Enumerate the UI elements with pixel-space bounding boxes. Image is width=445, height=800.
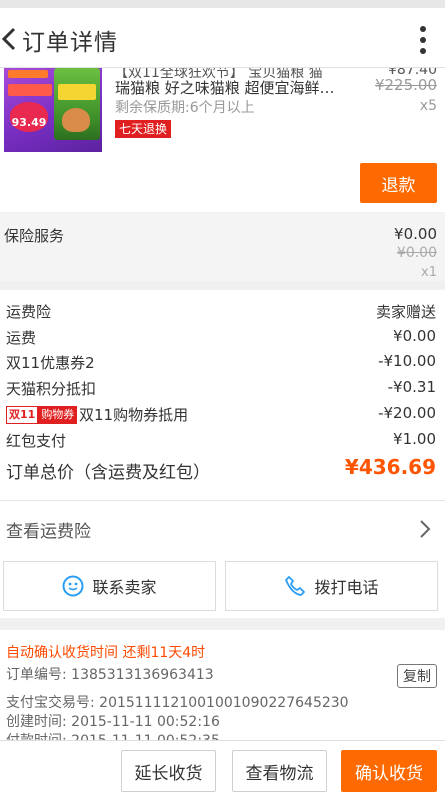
product-card[interactable]: 93.49 【双11全球狂欢节】 宝贝猫粮 猫 瑞猫粮 好之味猫粮 超便宜海鲜…… (0, 68, 445, 212)
product-quantity: x5 (419, 98, 437, 114)
thumb-price-badge: 93.49 (10, 102, 48, 132)
fee-row-shopping-voucher: 双11 购物券 双11购物券抵用 -¥20.00 (0, 403, 445, 427)
view-logistics-button[interactable]: 查看物流 (232, 750, 327, 792)
fee-row-red-packet: 红包支付 ¥1.00 (6, 430, 436, 450)
insurance-quantity: x1 (421, 265, 437, 280)
header-bar: 订单详情 (0, 0, 445, 68)
bottom-action-bar: 延长收货 查看物流 确认收货 (0, 740, 445, 800)
contact-bar: 联系卖家 拨打电话 (0, 556, 445, 618)
return-policy-tag: 七天退换 (115, 120, 172, 138)
fee-row-shipping-insurance: 运费险 卖家赠送 (6, 303, 436, 321)
insurance-price: ¥0.00 (394, 225, 437, 243)
chat-icon (62, 575, 84, 597)
fee-row-tmall-points: 天猫积分抵扣 -¥0.31 (6, 378, 436, 398)
extend-receipt-button[interactable]: 延长收货 (121, 750, 216, 792)
order-total: 订单总价（含运费及红包） ¥436.69 (0, 455, 445, 483)
fee-breakdown: 运费险 卖家赠送 运费 ¥0.00 双11优惠券2 -¥10.00 天猫积分抵扣… (0, 290, 445, 500)
call-phone-button[interactable]: 拨打电话 (225, 561, 438, 611)
fee-row-shipping: 运费 ¥0.00 (6, 327, 436, 347)
view-freight-insurance[interactable]: 查看运费险 (0, 500, 445, 556)
back-button[interactable] (0, 22, 18, 56)
order-number: 订单编号: 1385313136963413 (6, 667, 214, 683)
chevron-right-icon (420, 520, 431, 538)
fee-row-coupon: 双11优惠券2 -¥10.00 (6, 352, 436, 372)
more-vertical-icon (420, 26, 426, 32)
copy-button[interactable]: 复制 (397, 664, 437, 688)
product-thumbnail[interactable]: 93.49 (4, 68, 102, 152)
insurance-original-price: ¥0.00 (396, 245, 437, 261)
original-price: ¥225.00 (374, 76, 437, 94)
created-time: 创建时间: 2015-11-11 00:52:16 (6, 714, 220, 730)
contact-seller-button[interactable]: 联系卖家 (3, 561, 216, 611)
shopping-voucher-logo: 双11 购物券 (6, 406, 78, 424)
alipay-trade-number: 支付宝交易号: 2015111121001001090227645230 (6, 695, 349, 711)
page-title: 订单详情 (22, 30, 118, 56)
auto-confirm-countdown: 自动确认收货时间 还剩11天4时 (6, 645, 206, 661)
phone-icon (284, 575, 306, 597)
chevron-left-icon (2, 27, 16, 51)
order-total-value: ¥436.69 (344, 455, 436, 479)
status-strip (0, 0, 445, 8)
refund-button[interactable]: 退款 (360, 163, 437, 203)
more-menu-button[interactable] (419, 26, 427, 54)
insurance-service: 保险服务 ¥0.00 ¥0.00 x1 (0, 213, 445, 281)
product-title: 瑞猫粮 好之味猫粮 超便宜海鲜… (115, 79, 335, 97)
shelf-life: 剩余保质期:6个月以上 (115, 100, 255, 116)
insurance-label: 保险服务 (4, 227, 65, 245)
order-total-label: 订单总价（含运费及红包） (6, 463, 210, 483)
confirm-receipt-button[interactable]: 确认收货 (341, 750, 437, 792)
